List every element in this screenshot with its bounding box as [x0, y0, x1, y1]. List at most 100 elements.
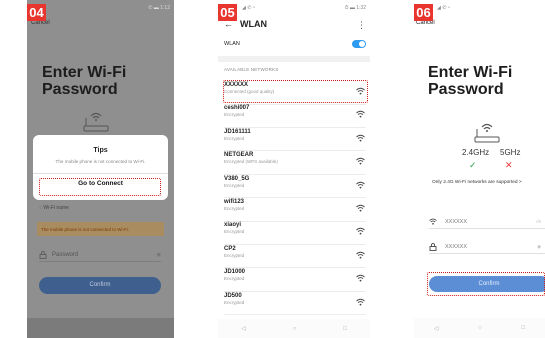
router-icon — [83, 112, 109, 132]
network-status: Encrypted — [224, 206, 245, 211]
dialog-message: The mobile phone is not connected to Wi-… — [55, 159, 146, 164]
row-divider — [224, 267, 366, 268]
row-divider — [224, 150, 366, 151]
network-row[interactable]: V380_5G Encrypted — [224, 176, 366, 198]
network-name: CP2 — [224, 245, 236, 252]
network-status: Encrypted — [224, 276, 245, 282]
eye-icon[interactable]: ◉ — [157, 252, 161, 258]
wifi-signal-icon — [356, 298, 365, 306]
page-title: Enter Wi-Fi Password — [42, 64, 127, 98]
status-bar: ◢ ✆ ⁿ — [414, 0, 545, 15]
status-signal: ◢ ✆ ⁿ — [437, 4, 450, 11]
status-bar: ◢ ✆ ⁿ ⏱ ▬ 1:32 — [218, 0, 370, 15]
divider — [33, 173, 168, 174]
available-networks-header: AVAILABLE NETWORKS — [224, 67, 279, 72]
wlan-label: WLAN — [224, 41, 240, 47]
highlight-box — [223, 80, 368, 103]
wlan-toggle[interactable] — [352, 40, 366, 48]
password-placeholder: Password — [52, 251, 79, 258]
wifi-name-placeholder: Wi-Fi name — [43, 205, 69, 211]
status-icons: ✆ ▬ 1:12 — [148, 4, 170, 11]
router-icon — [474, 123, 500, 143]
status-icons: ⏱ ▬ 1:32 — [344, 4, 366, 11]
confirm-button[interactable]: Confirm — [39, 277, 161, 294]
tutorial-canvas: 04 ✆ ▬ 1:12 Cancel Enter Wi-Fi Password … — [0, 0, 545, 338]
bottom-bar — [27, 318, 174, 338]
wifi-name-field[interactable]: XXXXXX ch — [429, 215, 545, 229]
phone-screen-step-6: 06 ◢ ✆ ⁿ Cancel Enter Wi-Fi Password 2.4… — [414, 0, 545, 338]
warning-banner: The mobile phone is not connected to Wi-… — [37, 222, 164, 236]
nav-back-icon[interactable]: ◁ — [241, 325, 246, 332]
phone-screen-step-5: 05 ◢ ✆ ⁿ ⏱ ▬ 1:32 ← WLAN ⋮ WLAN AVAILABL… — [218, 0, 370, 338]
nav-back-icon[interactable]: ◁ — [434, 325, 439, 332]
nav-home-icon[interactable]: ○ — [293, 326, 297, 332]
wifi-signal-icon — [356, 228, 365, 235]
check-icon: ✓ — [469, 160, 477, 170]
status-signal: ◢ ✆ ⁿ — [242, 4, 255, 11]
network-row[interactable]: wifi123 Encrypted — [224, 199, 366, 221]
row-divider — [224, 126, 366, 128]
network-name: JD161111 — [224, 128, 251, 135]
step-badge: 06 — [414, 4, 433, 21]
row-divider — [224, 220, 366, 221]
band-support-note[interactable]: Only 2.4G Wi-Fi networks are supported > — [432, 180, 522, 185]
nav-recents-icon[interactable]: □ — [343, 326, 347, 332]
lock-icon — [39, 250, 47, 259]
wlan-toggle-row[interactable]: WLAN — [224, 38, 366, 50]
network-name: wifi123 — [224, 199, 245, 205]
nav-home-icon[interactable]: ○ — [478, 325, 482, 331]
network-status: Encrypted — [224, 229, 245, 235]
network-row[interactable]: JD500 Encrypted — [224, 293, 366, 315]
network-status: Encrypted — [224, 252, 245, 258]
wifi-signal-icon — [356, 251, 365, 259]
row-divider — [224, 243, 366, 245]
more-menu-icon[interactable]: ⋮ — [357, 20, 366, 31]
change-network-hint[interactable]: ch — [536, 219, 541, 224]
network-row[interactable]: xiaoyi Encrypted — [224, 222, 366, 245]
lock-icon — [429, 242, 437, 251]
network-row[interactable]: JD1000 Encrypted — [224, 269, 366, 292]
wifi-signal-icon — [356, 274, 365, 282]
dialog-title: Tips — [93, 147, 108, 154]
network-name: JD500 — [224, 292, 242, 299]
network-status: Encrypted — [224, 135, 245, 141]
wifi-icon — [429, 218, 437, 225]
network-status: Encrypted — [224, 299, 245, 305]
band-24-label: 2.4GHz — [462, 148, 490, 157]
password-value: XXXXXX — [445, 243, 468, 250]
network-row[interactable]: CP2 Encrypted — [224, 246, 366, 268]
network-row[interactable]: ceshi007 Encrypted — [224, 105, 366, 128]
row-divider — [224, 314, 366, 315]
wifi-name-value: XXXXXX — [445, 218, 468, 225]
cross-icon: ✕ — [505, 160, 513, 170]
section-divider — [218, 56, 370, 62]
step-badge: 05 — [218, 4, 237, 21]
network-name: NETGEAR — [224, 152, 254, 159]
wifi-name-field[interactable]: ◌ Wi-Fi name — [39, 205, 161, 211]
nav-bar: ◁ ○ □ — [218, 319, 370, 338]
wifi-signal-icon — [356, 157, 365, 165]
row-divider — [224, 103, 366, 104]
password-field[interactable]: XXXXXX ◉ — [429, 240, 545, 254]
highlight-box — [427, 272, 545, 296]
nav-recents-icon[interactable]: □ — [522, 325, 526, 331]
nav-bar: ◁ ○ □ — [414, 318, 545, 338]
network-status: Encrypted — [224, 112, 245, 118]
network-name: ceshi007 — [224, 105, 250, 112]
network-row[interactable]: NETGEAR Encrypted (WPS available) — [224, 152, 366, 175]
wifi-signal-icon — [356, 134, 365, 142]
password-field[interactable]: Password ◉ — [39, 248, 161, 262]
network-row[interactable]: JD161111 Encrypted — [224, 129, 366, 151]
network-name: V380_5G — [224, 175, 250, 182]
row-divider — [224, 197, 366, 198]
wifi-signal-icon — [356, 181, 365, 189]
wifi-signal-icon — [356, 204, 365, 212]
page-title: Enter Wi-Fi Password — [428, 64, 513, 98]
phone-screen-step-4: 04 ✆ ▬ 1:12 Cancel Enter Wi-Fi Password … — [27, 0, 174, 338]
wifi-signal-icon — [356, 111, 365, 118]
app-bar: ← WLAN — [218, 15, 370, 33]
network-status: Encrypted (WPS available) — [224, 159, 278, 165]
row-divider — [224, 173, 366, 175]
eye-icon[interactable]: ◉ — [537, 244, 541, 250]
network-name: JD1000 — [224, 269, 246, 276]
